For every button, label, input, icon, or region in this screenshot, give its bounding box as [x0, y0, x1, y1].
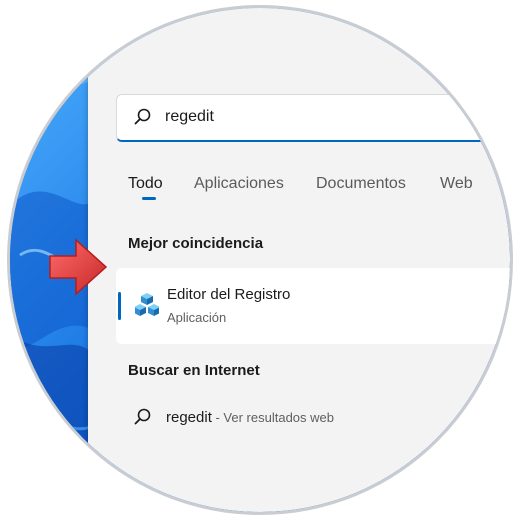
tab-web[interactable]: Web [440, 175, 473, 193]
app-type: Aplicación [167, 310, 227, 325]
selection-accent [118, 292, 121, 320]
search-input[interactable]: regedit [116, 94, 510, 142]
red-arrow-icon [49, 238, 108, 296]
search-icon [134, 408, 151, 425]
best-match-result[interactable]: Editor del Registro Aplicación [116, 268, 510, 344]
best-match-heading: Mejor coincidencia [128, 235, 264, 252]
search-panel: regedit Todo Aplicaciones Documentos Web… [88, 8, 510, 512]
web-search-result[interactable]: regedit - Ver resultados web [116, 400, 510, 436]
tab-documentos[interactable]: Documentos [316, 175, 406, 193]
registry-editor-icon [135, 293, 159, 316]
search-icon [134, 108, 151, 125]
web-search-heading: Buscar en Internet [128, 362, 260, 379]
search-query: regedit [165, 108, 214, 125]
active-tab-indicator [142, 197, 156, 200]
tab-aplicaciones[interactable]: Aplicaciones [194, 175, 284, 193]
tab-todo[interactable]: Todo [128, 175, 163, 193]
web-search-query: regedit [166, 409, 212, 426]
app-name: Editor del Registro [167, 286, 291, 303]
web-search-suffix: - Ver resultados web [211, 410, 334, 425]
